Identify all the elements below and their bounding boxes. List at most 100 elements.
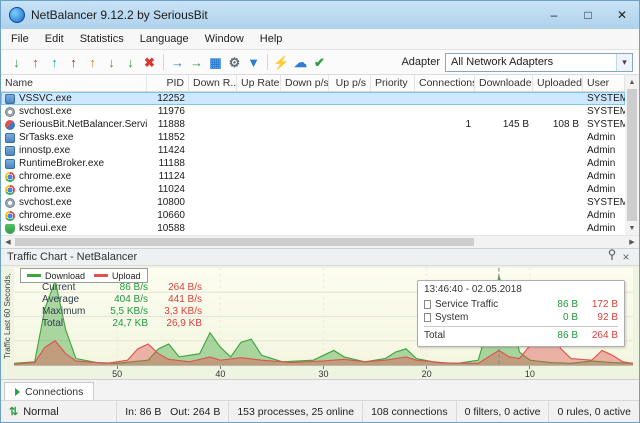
traffic-chart-plot[interactable]: Download Upload Current 86 B/s 264 B/s A… bbox=[14, 268, 633, 366]
sync-now-icon[interactable]: → bbox=[187, 53, 206, 72]
push-priorities-icon[interactable]: → bbox=[168, 53, 187, 72]
normal-priority-icon[interactable]: ↑ bbox=[45, 53, 64, 72]
column-header-name[interactable]: Name bbox=[1, 75, 147, 91]
stat-row-current: Current 86 B/s 264 B/s bbox=[42, 282, 202, 294]
table-row[interactable]: chrome.exe11024Admin bbox=[1, 183, 625, 196]
menu-edit[interactable]: Edit bbox=[37, 31, 72, 47]
horizontal-scroll-thumb[interactable] bbox=[15, 238, 474, 246]
vertical-scroll-thumb[interactable] bbox=[627, 89, 637, 221]
column-header-user[interactable]: User bbox=[583, 75, 625, 91]
traffic-chart-panel-title: Traffic Chart - NetBalancer bbox=[7, 251, 605, 263]
legend-entry-upload: Upload bbox=[94, 271, 141, 281]
table-header: NamePIDDown R...Up RateDown p/sUp p/sPri… bbox=[1, 75, 625, 92]
cell-pid: 10660 bbox=[147, 209, 189, 222]
cell-name: chrome.exe bbox=[1, 183, 147, 196]
menu-file[interactable]: File bbox=[3, 31, 37, 47]
table-row[interactable]: svchost.exe10800SYSTEM bbox=[1, 196, 625, 209]
stat-label: Maximum bbox=[42, 306, 94, 318]
column-header-up_rate[interactable]: Up Rate bbox=[237, 75, 281, 91]
table-row[interactable]: chrome.exe10660Admin bbox=[1, 209, 625, 222]
cell-user: SYSTEM bbox=[583, 118, 625, 131]
column-header-down_ps[interactable]: Down p/s bbox=[281, 75, 329, 91]
low-priority-icon[interactable]: ↓ bbox=[7, 53, 26, 72]
scroll-down-icon[interactable]: ▼ bbox=[625, 221, 639, 235]
filters-icon[interactable]: ▼ bbox=[244, 53, 263, 72]
scroll-track[interactable] bbox=[474, 236, 625, 248]
cell-user: SYSTEM bbox=[583, 92, 625, 105]
table-row[interactable]: svchost.exe11976SYSTEM bbox=[1, 105, 625, 118]
adapter-select[interactable]: All Network Adapters ▾ bbox=[445, 53, 633, 72]
titlebar[interactable]: NetBalancer 9.12.2 by SeriousBit – □ ✕ bbox=[1, 1, 639, 29]
cell-name: chrome.exe bbox=[1, 170, 147, 183]
tooltip-timestamp: 13:46:40 - 02.05.2018 bbox=[424, 284, 618, 295]
table-row[interactable]: SrTasks.exe11852Admin bbox=[1, 131, 625, 144]
rules-icon[interactable]: ⚡ bbox=[272, 53, 291, 72]
online-service-icon[interactable]: ☁ bbox=[291, 53, 310, 72]
traffic-stats: Current 86 B/s 264 B/s Average 404 B/s 4… bbox=[42, 282, 202, 330]
chevron-down-icon[interactable]: ▾ bbox=[616, 54, 632, 71]
table-row[interactable]: innostp.exe11424Admin bbox=[1, 144, 625, 157]
column-header-up_ps[interactable]: Up p/s bbox=[329, 75, 371, 91]
cell-name: svchost.exe bbox=[1, 105, 147, 118]
scroll-left-icon[interactable]: ◀ bbox=[1, 236, 15, 248]
x-axis: 5040302010 bbox=[14, 366, 633, 379]
menu-help[interactable]: Help bbox=[252, 31, 291, 47]
minimize-button[interactable]: – bbox=[537, 1, 571, 29]
cell-pid: 11424 bbox=[147, 144, 189, 157]
upload-legend-swatch bbox=[94, 274, 108, 277]
column-header-priority[interactable]: Priority bbox=[371, 75, 415, 91]
table-row[interactable]: RuntimeBroker.exe11188Admin bbox=[1, 157, 625, 170]
panel-close-icon[interactable]: × bbox=[619, 249, 633, 265]
vertical-scrollbar[interactable]: ▲ ▼ bbox=[625, 75, 639, 235]
maximize-button[interactable]: □ bbox=[571, 1, 605, 29]
stat-row-total: Total 24,7 KB 26,9 KB bbox=[42, 318, 202, 330]
column-header-uploaded[interactable]: Uploaded bbox=[533, 75, 583, 91]
scroll-up-icon[interactable]: ▲ bbox=[625, 75, 639, 89]
high-priority-icon[interactable]: ↑ bbox=[26, 53, 45, 72]
menu-window[interactable]: Window bbox=[197, 31, 252, 47]
tab-connections[interactable]: Connections bbox=[4, 382, 94, 400]
cell-uploaded: 108 B bbox=[533, 118, 583, 131]
block-traffic-icon[interactable]: ↑ bbox=[83, 53, 102, 72]
status-segment: 108 connections bbox=[362, 401, 455, 422]
cell-pid: 11852 bbox=[147, 131, 189, 144]
tooltip-row-system: System 0 B 92 B bbox=[424, 311, 618, 324]
x-tick: 30 bbox=[318, 366, 328, 379]
table-row[interactable]: chrome.exe11124Admin bbox=[1, 170, 625, 183]
column-header-down_rate[interactable]: Down R... bbox=[189, 75, 237, 91]
cell-pid: 10800 bbox=[147, 196, 189, 209]
close-button[interactable]: ✕ bbox=[605, 1, 639, 29]
stat-download-value: 404 B/s bbox=[94, 294, 148, 306]
stat-label: Average bbox=[42, 294, 94, 306]
scroll-right-icon[interactable]: ▶ bbox=[625, 236, 639, 248]
table-row[interactable]: SeriousBit.NetBalancer.Servic...11888114… bbox=[1, 118, 625, 131]
adapter-selected-value: All Network Adapters bbox=[446, 56, 616, 68]
tab-connections-label: Connections bbox=[25, 386, 83, 398]
column-header-pid[interactable]: PID bbox=[147, 75, 189, 91]
menu-language[interactable]: Language bbox=[132, 31, 197, 47]
app-icon bbox=[9, 7, 25, 23]
cell-user: Admin bbox=[583, 170, 625, 183]
limit-traffic-icon[interactable]: ↑ bbox=[64, 53, 83, 72]
status-segments: In: 86 B Out: 264 B153 processes, 25 onl… bbox=[116, 401, 639, 422]
table-row[interactable]: ksdeui.exe10588Admin bbox=[1, 222, 625, 235]
table-row[interactable]: VSSVC.exe12252SYSTEM bbox=[1, 92, 625, 105]
ignore-traffic-icon[interactable]: ↓ bbox=[102, 53, 121, 72]
pin-icon[interactable] bbox=[605, 249, 619, 265]
horizontal-scrollbar[interactable]: ◀ ▶ bbox=[1, 235, 639, 248]
column-header-connections[interactable]: Connections bbox=[415, 75, 475, 91]
app-process-icon bbox=[5, 120, 15, 130]
menu-statistics[interactable]: Statistics bbox=[72, 31, 132, 47]
traffic-chart-icon[interactable]: ▦ bbox=[206, 53, 225, 72]
drop-traffic-icon[interactable]: ↓ bbox=[121, 53, 140, 72]
status-mode-group: ⇅ Normal bbox=[1, 405, 67, 418]
remove-priority-icon[interactable]: ✖ bbox=[140, 53, 159, 72]
stat-label: Total bbox=[42, 318, 94, 330]
stat-row-average: Average 404 B/s 441 B/s bbox=[42, 294, 202, 306]
apply-icon[interactable]: ✔ bbox=[310, 53, 329, 72]
chrome-process-icon bbox=[5, 185, 15, 195]
cell-pid: 11888 bbox=[147, 118, 189, 131]
column-header-downloaded[interactable]: Downloaded bbox=[475, 75, 533, 91]
settings-icon[interactable]: ⚙ bbox=[225, 53, 244, 72]
stat-row-maximum: Maximum 5,5 KB/s 3,3 KB/s bbox=[42, 306, 202, 318]
